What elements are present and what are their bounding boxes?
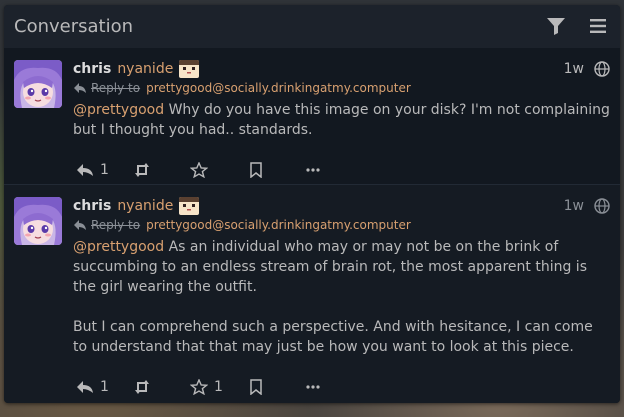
reply-to-link[interactable]: prettygood@socially.drinkingatmy.compute… <box>146 81 411 95</box>
repeat-button[interactable] <box>133 162 190 178</box>
reply-arrow-icon <box>74 220 86 230</box>
mention-link[interactable]: @prettygood <box>73 102 164 118</box>
retweet-icon <box>135 380 149 394</box>
globe-icon <box>594 198 610 214</box>
reply-icon <box>77 164 93 176</box>
author-name[interactable]: chris <box>73 198 111 214</box>
filter-icon[interactable] <box>546 16 566 36</box>
reply-count: 1 <box>100 162 109 178</box>
favorite-count: 1 <box>214 379 223 395</box>
post-time[interactable]: 1w <box>564 198 584 214</box>
bookmark-button[interactable] <box>247 379 304 395</box>
avatar[interactable] <box>14 197 62 245</box>
bookmark-button[interactable] <box>247 162 304 178</box>
post-time[interactable]: 1w <box>564 61 584 77</box>
star-icon <box>190 162 208 178</box>
post-text-paragraph: But I can comprehend such a perspective.… <box>73 319 593 355</box>
ellipsis-icon <box>306 385 320 389</box>
reply-arrow-icon <box>74 83 86 93</box>
custom-emoji-icon <box>179 197 200 215</box>
reply-button[interactable]: 1 <box>76 379 133 395</box>
bookmark-icon <box>250 162 262 178</box>
star-icon <box>190 379 208 395</box>
status-post: chris nyanide Reply to prettygood@social… <box>4 184 620 403</box>
reply-to-link[interactable]: prettygood@socially.drinkingatmy.compute… <box>146 218 411 232</box>
panel-header: Conversation <box>4 5 620 48</box>
more-button[interactable] <box>304 379 361 395</box>
avatar[interactable] <box>14 60 62 108</box>
reply-icon <box>77 381 93 393</box>
globe-icon <box>594 61 610 77</box>
favorite-button[interactable] <box>190 162 247 178</box>
author-handle[interactable]: nyanide <box>117 198 173 214</box>
retweet-icon <box>135 163 149 177</box>
author-handle[interactable]: nyanide <box>117 61 173 77</box>
favorite-button[interactable]: 1 <box>190 379 247 395</box>
status-post: chris nyanide Reply to prettygood@social… <box>4 48 620 184</box>
post-actions: 1 1 <box>76 367 610 403</box>
more-button[interactable] <box>304 162 361 178</box>
author-name[interactable]: chris <box>73 61 111 77</box>
post-content: @prettygood Why do you have this image o… <box>73 100 610 140</box>
reply-button[interactable]: 1 <box>76 162 133 178</box>
ellipsis-icon <box>306 168 320 172</box>
post-content: @prettygood As an individual who may or … <box>73 237 610 357</box>
reply-to-label: Reply to <box>91 218 141 232</box>
reply-to-label: Reply to <box>91 81 141 95</box>
custom-emoji-icon <box>179 60 200 78</box>
bookmark-icon <box>250 379 262 395</box>
menu-icon[interactable] <box>588 16 608 36</box>
panel-title: Conversation <box>14 16 134 37</box>
reply-count: 1 <box>100 379 109 395</box>
mention-link[interactable]: @prettygood <box>73 239 164 255</box>
conversation-panel: Conversation chris nyanide Reply to pret… <box>4 5 620 403</box>
repeat-button[interactable] <box>133 379 190 395</box>
